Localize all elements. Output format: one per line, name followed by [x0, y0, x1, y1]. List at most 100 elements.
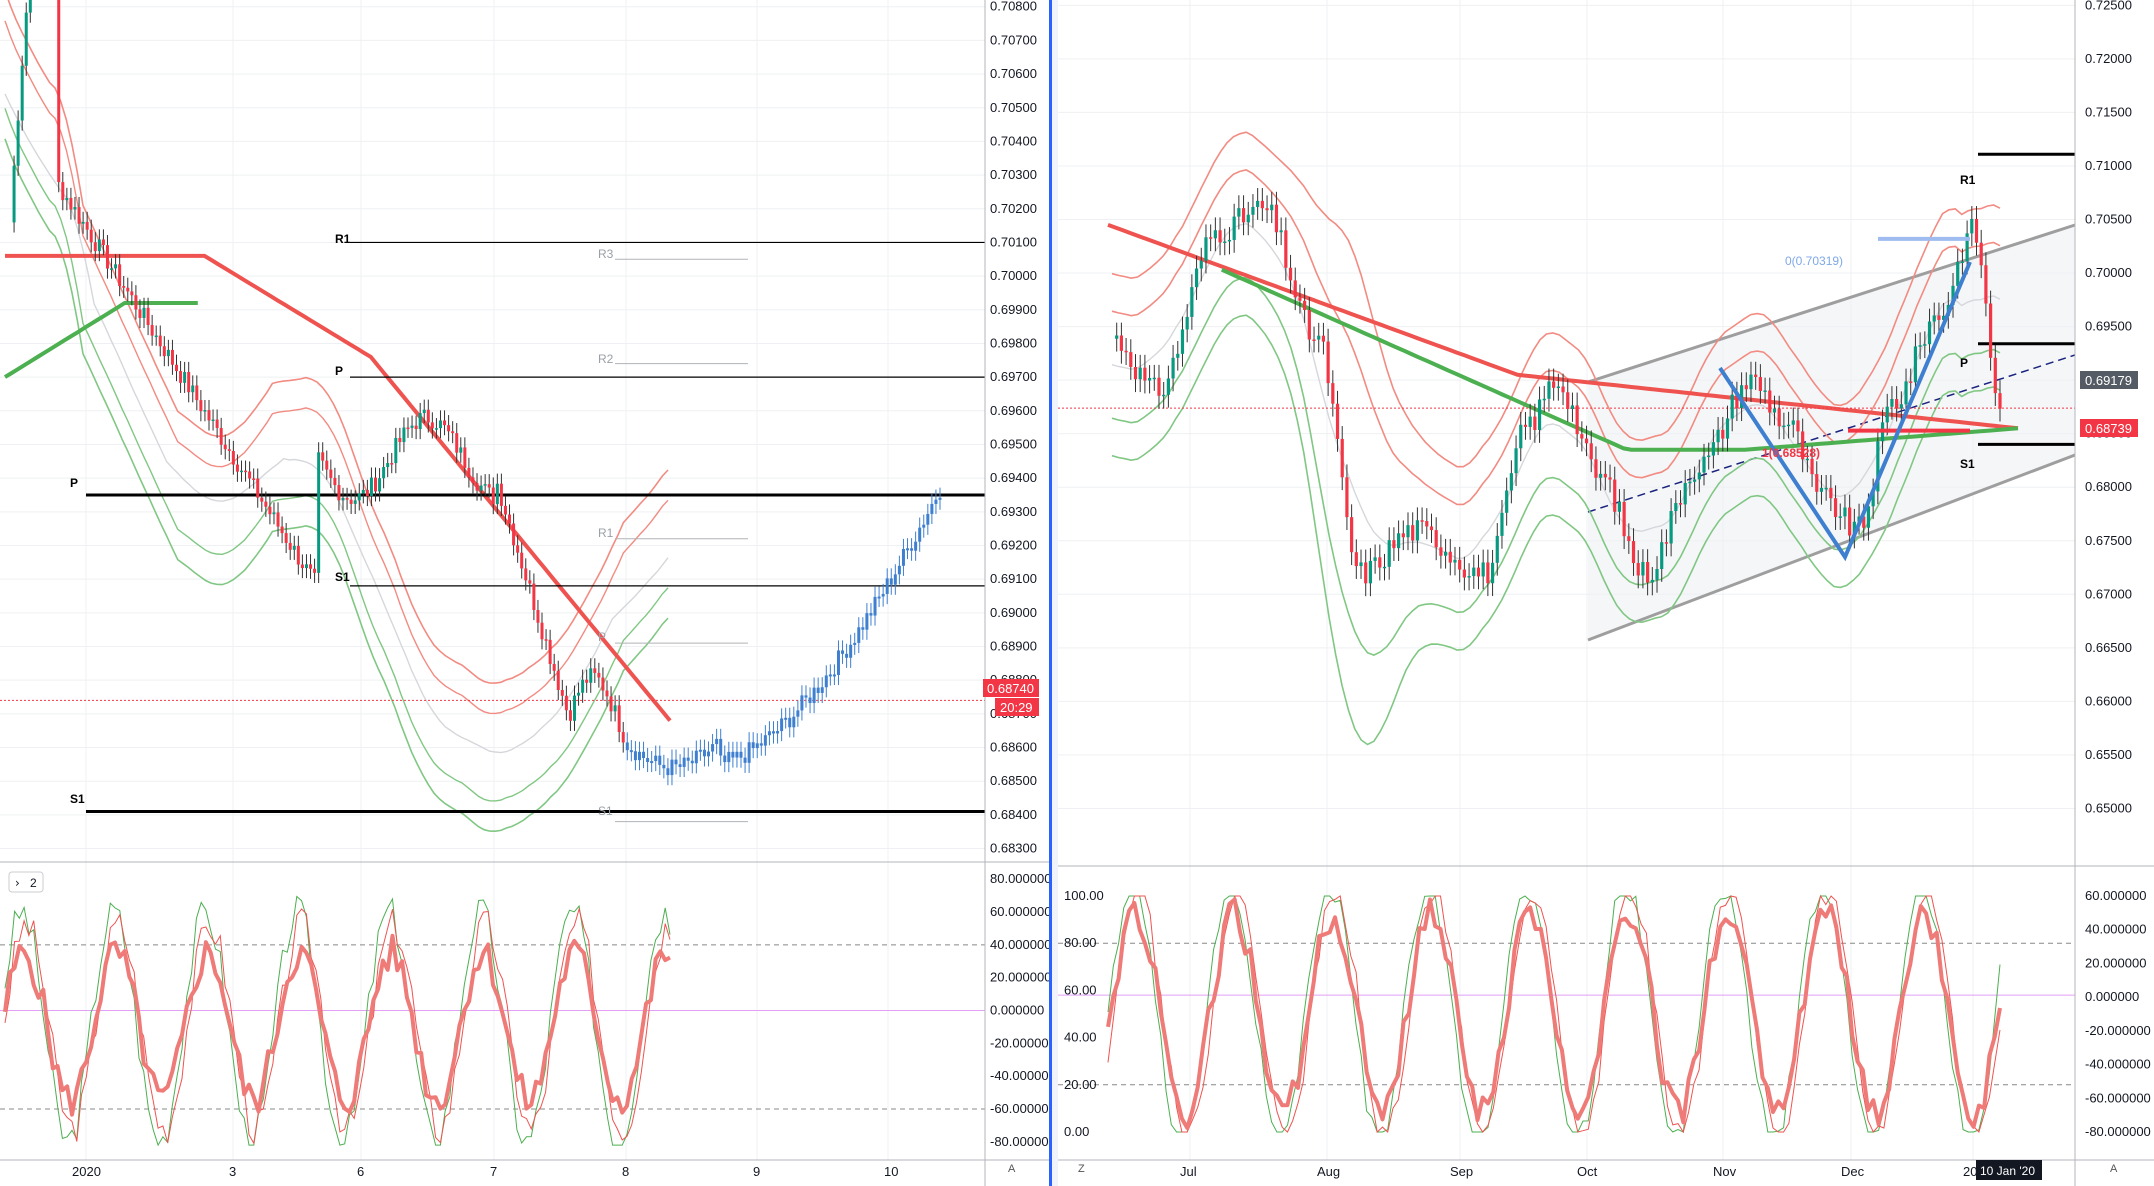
left-candle-body: [447, 425, 451, 432]
left-candle-body: [540, 622, 544, 640]
left-candle-body: [694, 750, 698, 764]
left-candle-body: [715, 738, 719, 745]
left-candle-body: [329, 469, 333, 478]
left-time-tick: 2020: [72, 1164, 101, 1179]
right-candle-body: [1227, 239, 1232, 242]
left-candle-body: [508, 514, 512, 524]
left-candle-body: [585, 679, 589, 683]
left-candle-body: [836, 650, 840, 675]
right-candle-body: [1458, 559, 1462, 570]
left-candle-body: [288, 542, 292, 550]
left-candle-body: [869, 613, 873, 616]
right-candle-body: [1570, 405, 1575, 410]
left-p-proj-tag: P: [598, 630, 606, 644]
right-candle-body: [1660, 542, 1664, 569]
right-candle-body: [1721, 429, 1725, 439]
left-osc-tick: -80.000000: [990, 1134, 1056, 1149]
right-candle-body: [1467, 576, 1471, 578]
right-candle-body: [1599, 473, 1603, 478]
right-chart-pane[interactable]: 100.00 80.00 60.00 40.00 20.00 0.00 60.000000 4…: [1058, 0, 2154, 1186]
left-candle-body: [577, 692, 581, 696]
left-candle-body: [93, 242, 97, 252]
right-corner-label-left[interactable]: Z: [1078, 1163, 1085, 1175]
right-candle-body: [1923, 344, 1927, 346]
left-candle-body: [841, 650, 845, 654]
left-candle-body: [690, 760, 694, 764]
left-candle-body: [491, 487, 495, 505]
left-candle-body: [568, 710, 572, 721]
left-chart-pane[interactable]: 80.000000 60.000000 40.000000 20.000000 0.00…: [0, 0, 1056, 1186]
left-osc-tick: -40.000000: [990, 1068, 1056, 1083]
left-candle-body: [459, 447, 463, 453]
left-p-tag: P: [335, 364, 343, 378]
left-candle-body: [341, 497, 345, 501]
left-r2-proj-tag: R2: [598, 352, 614, 366]
right-candle-body: [1190, 287, 1194, 317]
right-candle-body: [1697, 472, 1701, 480]
right-candle-body: [1439, 547, 1443, 556]
left-candle-body: [771, 731, 775, 734]
left-candle-body: [438, 420, 442, 429]
left-candle-body: [317, 452, 321, 573]
right-candle-body: [1702, 456, 1706, 473]
left-candle-body: [646, 758, 650, 762]
left-candle-body: [581, 679, 585, 693]
right-candle-body: [1617, 501, 1622, 512]
left-candle-body: [747, 742, 751, 763]
left-candle-body: [430, 422, 434, 429]
left-candle-body: [678, 764, 682, 767]
left-candle-body: [183, 372, 187, 383]
right-candle-body: [1979, 242, 1983, 266]
left-osc-tick: 20.000000: [990, 970, 1051, 985]
left-candle-body: [264, 501, 268, 507]
right-candle-body: [1462, 569, 1466, 578]
right-candle-body: [1589, 443, 1593, 460]
left-candle-body: [276, 512, 280, 527]
right-corner-label-right[interactable]: A: [2110, 1163, 2118, 1175]
pane-divider[interactable]: [1049, 0, 1052, 1186]
right-candle-body: [1537, 399, 1542, 431]
left-price-tick: 0.68400: [990, 807, 1037, 822]
right-candle-body: [1293, 280, 1297, 298]
left-indicator-count: 2: [30, 876, 37, 890]
right-candle-body: [1505, 490, 1509, 513]
left-candle-body: [487, 484, 491, 488]
left-corner-label[interactable]: A: [1008, 1163, 1016, 1175]
right-candle-body: [1683, 482, 1687, 505]
left-candle-body: [698, 749, 702, 752]
right-candle-body: [1138, 367, 1142, 380]
left-candle-body: [166, 349, 170, 357]
left-candle-body: [763, 735, 767, 746]
right-candle-body: [1500, 512, 1504, 536]
right-price-tick: 0.70500: [2085, 212, 2132, 227]
left-s1-tag: S1: [335, 570, 350, 584]
left-candle-body: [873, 596, 877, 616]
right-candle-body: [1838, 516, 1842, 518]
left-candle-body: [280, 526, 284, 534]
left-candle-body: [101, 239, 105, 246]
right-candle-body: [1824, 487, 1828, 490]
left-candle-body: [865, 613, 869, 630]
right-candle-body: [1749, 374, 1753, 390]
right-candle-body: [1420, 520, 1424, 522]
left-price-tick: 0.70800: [990, 0, 1037, 14]
left-candle-body: [633, 751, 637, 761]
left-weekly-s1-tag: S1: [70, 792, 85, 806]
left-candle-body: [142, 307, 146, 318]
left-candle-body: [97, 239, 101, 252]
left-candle-body: [244, 470, 248, 473]
left-candle-body: [735, 751, 739, 758]
right-candle-body: [1251, 206, 1255, 215]
right-candle-body: [1326, 341, 1330, 384]
right-candle-body: [1927, 321, 1932, 345]
right-candle-body: [1321, 335, 1326, 342]
right-candle-body: [1288, 267, 1293, 281]
right-osc-right-tick: 40.000000: [2085, 922, 2146, 937]
left-price-tick: 0.70100: [990, 234, 1037, 249]
right-candle-body: [1124, 350, 1128, 353]
left-candle-body: [731, 751, 735, 758]
left-candle-body: [207, 410, 211, 421]
right-price-tick: 0.66000: [2085, 693, 2132, 708]
left-candle-body: [934, 499, 938, 504]
right-price-tick: 0.72000: [2085, 51, 2132, 66]
